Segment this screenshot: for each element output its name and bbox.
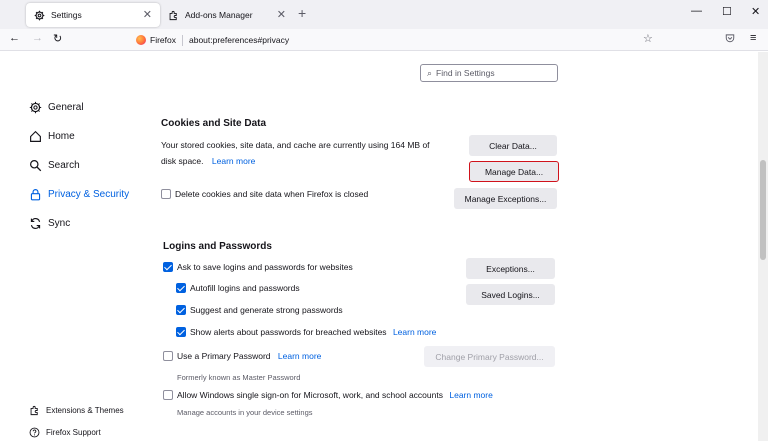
new-tab-button[interactable]: + (298, 5, 306, 21)
hamburger-menu-icon[interactable]: ≡ (750, 32, 756, 44)
identity-box[interactable]: Firefox (136, 35, 176, 45)
tab-label: Settings (51, 10, 82, 20)
lock-icon (28, 188, 42, 201)
sync-icon (28, 217, 42, 230)
ask-to-save-label: Ask to save logins and passwords for web… (177, 262, 353, 272)
help-icon (28, 427, 40, 438)
preferences-content (0, 52, 768, 441)
minimize-button[interactable]: — (691, 5, 702, 17)
exceptions-button[interactable]: Exceptions... (466, 258, 555, 279)
autofill-checkbox[interactable] (176, 283, 186, 293)
sidebar-item-home[interactable]: Home (28, 130, 75, 143)
suggest-passwords-checkbox[interactable] (176, 305, 186, 315)
tab-addons-manager[interactable]: Add-ons Manager ✕ (160, 3, 294, 27)
sidebar-item-search[interactable]: Search (28, 159, 80, 172)
sidebar-item-sync[interactable]: Sync (28, 217, 70, 230)
brand-label: Firefox (150, 35, 176, 45)
ask-to-save-checkbox[interactable] (163, 262, 173, 272)
maximize-button[interactable]: ☐ (722, 5, 732, 18)
sidebar-footer-label: Firefox Support (46, 428, 101, 437)
search-icon (28, 159, 42, 172)
puzzle-icon (168, 10, 179, 21)
gear-icon (28, 101, 42, 114)
primary-password-text: Use a Primary Password (177, 351, 271, 361)
home-icon (28, 130, 42, 143)
firefox-logo-icon (136, 35, 146, 45)
primary-password-label: Use a Primary Password Learn more (177, 351, 321, 361)
gear-icon (34, 10, 45, 21)
logins-heading: Logins and Passwords (163, 241, 272, 252)
close-tab-icon[interactable]: ✕ (277, 8, 286, 21)
search-icon: ⌕ (427, 67, 433, 78)
scrollbar-thumb[interactable] (760, 160, 766, 260)
url-separator (181, 34, 183, 46)
tab-settings[interactable]: Settings ✕ (26, 3, 160, 27)
url-text[interactable]: about:preferences#privacy (189, 35, 289, 45)
puzzle-icon (28, 405, 40, 416)
cookies-heading: Cookies and Site Data (161, 118, 267, 129)
delete-cookies-label: Delete cookies and site data when Firefo… (175, 189, 369, 199)
url-bar[interactable]: Firefox about:preferences#privacy (130, 31, 660, 49)
saved-logins-button[interactable]: Saved Logins... (466, 284, 555, 305)
pocket-icon[interactable] (725, 33, 735, 45)
manage-exceptions-button[interactable]: Manage Exceptions... (454, 188, 557, 209)
windows-sso-checkbox[interactable] (163, 390, 173, 400)
cookies-description-text: disk space. (161, 156, 204, 166)
suggest-passwords-label: Suggest and generate strong passwords (190, 305, 343, 315)
reload-button[interactable]: ↻ (53, 32, 62, 45)
windows-sso-note: Manage accounts in your device settings (177, 408, 313, 417)
sidebar-item-label: Home (48, 131, 75, 142)
breach-alerts-learn-more-link[interactable]: Learn more (393, 327, 436, 337)
navigation-bar: ← → ↻ Firefox about:preferences#privacy … (0, 29, 768, 51)
sidebar-item-label: General (48, 102, 84, 113)
sidebar-item-privacy-security[interactable]: Privacy & Security (28, 188, 129, 201)
sidebar-item-label: Search (48, 160, 80, 171)
primary-password-checkbox[interactable] (163, 351, 173, 361)
primary-password-learn-more-link[interactable]: Learn more (278, 351, 321, 361)
cookies-description-line2: disk space. Learn more (161, 153, 255, 170)
windows-sso-text: Allow Windows single sign-on for Microso… (177, 390, 443, 400)
find-in-settings-input[interactable]: ⌕ Find in Settings (420, 64, 558, 82)
sidebar-extensions-themes[interactable]: Extensions & Themes (28, 405, 124, 416)
cookies-description-line1: Your stored cookies, site data, and cach… (161, 140, 430, 150)
bookmark-star-icon[interactable]: ☆ (643, 32, 653, 45)
sidebar-item-label: Sync (48, 218, 71, 229)
close-tab-icon[interactable]: ✕ (143, 8, 152, 21)
find-placeholder: Find in Settings (436, 68, 495, 78)
autofill-label: Autofill logins and passwords (190, 283, 300, 293)
breach-alerts-text: Show alerts about passwords for breached… (190, 327, 387, 337)
manage-data-button[interactable]: Manage Data... (469, 161, 559, 182)
delete-cookies-checkbox[interactable] (161, 189, 171, 199)
sidebar-item-general[interactable]: General (28, 101, 84, 114)
primary-password-note: Formerly known as Master Password (177, 373, 301, 382)
sidebar-footer-label: Extensions & Themes (46, 406, 124, 415)
tab-label: Add-ons Manager (185, 10, 253, 20)
close-window-button[interactable]: ✕ (751, 5, 760, 18)
cookies-learn-more-link[interactable]: Learn more (212, 156, 255, 166)
clear-data-button[interactable]: Clear Data... (469, 135, 557, 156)
change-primary-password-button[interactable]: Change Primary Password... (424, 346, 555, 367)
back-button[interactable]: ← (9, 32, 20, 44)
forward-button[interactable]: → (32, 32, 43, 44)
breach-alerts-checkbox[interactable] (176, 327, 186, 337)
tab-strip: Settings ✕ Add-ons Manager ✕ + — ☐ ✕ (0, 0, 768, 29)
sidebar-firefox-support[interactable]: Firefox Support (28, 427, 101, 438)
sidebar-item-label: Privacy & Security (48, 189, 130, 200)
windows-sso-label: Allow Windows single sign-on for Microso… (177, 390, 493, 400)
windows-sso-learn-more-link[interactable]: Learn more (449, 390, 492, 400)
breach-alerts-label: Show alerts about passwords for breached… (190, 327, 436, 337)
